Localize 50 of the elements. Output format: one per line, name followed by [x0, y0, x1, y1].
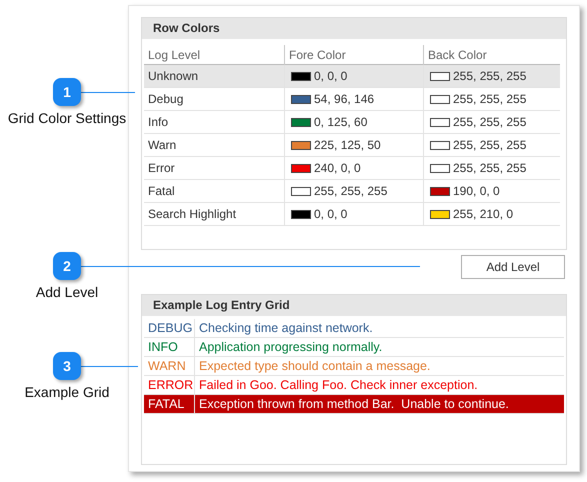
column-header[interactable]: Log Level	[144, 45, 284, 65]
log-level: INFO	[148, 340, 178, 354]
table-row[interactable]: Warn 225, 125, 50 255, 255, 255	[144, 134, 560, 157]
table-row[interactable]: Search Highlight 0, 0, 0 255, 210, 0	[144, 203, 560, 226]
color-value: 255, 255, 255	[453, 160, 526, 177]
log-level: WARN	[148, 359, 186, 373]
color-value: 255, 255, 255	[314, 183, 388, 200]
color-value: 54, 96, 146	[314, 91, 374, 108]
callout-number: 3	[53, 352, 81, 380]
table-row[interactable]: Fatal 255, 255, 255 190, 0, 0	[144, 180, 560, 203]
callout-label: Add Level	[36, 284, 98, 300]
table-row[interactable]: Info 0, 125, 60 255, 255, 255	[144, 111, 560, 134]
callout-label: Example Grid	[24, 384, 110, 400]
log-message: Expected type should contain a message.	[199, 359, 430, 373]
level-name: Debug	[148, 91, 184, 108]
callout-label: Grid Color Settings	[8, 110, 126, 126]
color-value: 225, 125, 50	[314, 137, 381, 154]
panel-title: Row Colors	[142, 18, 566, 39]
color-value: 240, 0, 0	[314, 160, 361, 177]
leader-line	[81, 366, 138, 367]
level-name: Info	[148, 114, 168, 131]
color-value: 255, 255, 255	[453, 91, 526, 108]
table-row[interactable]: Unknown 0, 0, 0 255, 255, 255	[144, 65, 560, 88]
color-value: 255, 255, 255	[453, 68, 526, 85]
callout-number: 2	[53, 252, 81, 280]
color-value: 255, 255, 255	[453, 137, 526, 154]
log-level: ERROR	[148, 378, 194, 392]
level-name: Fatal	[148, 183, 175, 200]
color-value: 0, 0, 0	[314, 206, 348, 223]
color-value: 255, 255, 255	[453, 114, 526, 131]
level-name: Search Highlight	[148, 206, 236, 223]
level-name: Unknown	[148, 68, 198, 85]
table-row[interactable]: Error 240, 0, 0 255, 255, 255	[144, 157, 560, 180]
log-message: Exception thrown from method Bar. Unable to continue.	[199, 397, 509, 411]
color-value: 0, 0, 0	[314, 68, 348, 85]
level-name: Warn	[148, 137, 176, 154]
leader-line	[81, 92, 135, 93]
log-message: Failed in Goo. Calling Foo. Check inner exception.	[199, 378, 478, 392]
table-row[interactable]: Debug 54, 96, 146 255, 255, 255	[144, 88, 560, 111]
color-value: 0, 125, 60	[314, 114, 368, 131]
color-value: 190, 0, 0	[453, 183, 500, 200]
color-value: 255, 210, 0	[453, 206, 514, 223]
level-name: Error	[148, 160, 175, 177]
log-level: DEBUG	[148, 321, 192, 335]
log-message: Application progressing normally.	[199, 340, 382, 354]
add-level-button[interactable]: Add Level	[461, 255, 565, 279]
log-message: Checking time against network.	[199, 321, 373, 335]
callout-number: 1	[53, 78, 81, 106]
log-level: FATAL	[148, 397, 184, 411]
panel-title: Example Log Entry Grid	[142, 295, 566, 316]
